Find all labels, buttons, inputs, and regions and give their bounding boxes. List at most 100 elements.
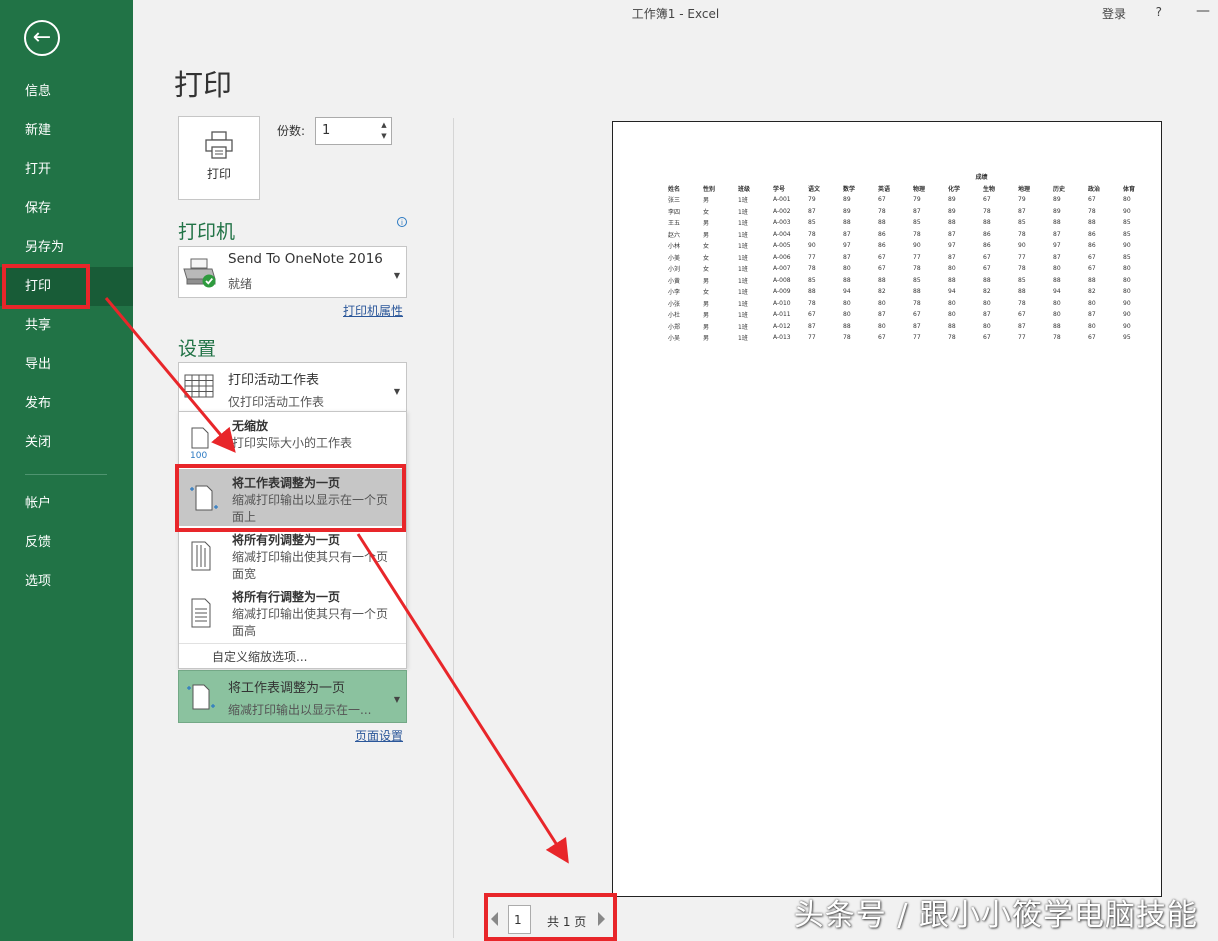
scale-option-no-scaling[interactable]: 100 无缩放 打印实际大小的工作表 <box>179 412 406 469</box>
preview-cell: 1班 <box>738 231 748 239</box>
page-navigator: 1 共 1 页 <box>489 902 613 938</box>
preview-cell: 87 <box>808 207 816 215</box>
preview-cell: 90 <box>1123 242 1131 250</box>
no-scaling-icon: 100 <box>190 427 209 460</box>
preview-cell: 男 <box>703 300 710 308</box>
preview-cell: 87 <box>808 322 816 330</box>
table-row: 小张 男 1班 A-010 78 80 80 78 80 80 78 80 80 90 <box>665 298 1155 310</box>
preview-cell: 90 <box>1018 242 1026 250</box>
next-page-icon[interactable] <box>598 912 605 926</box>
nav-feedback[interactable]: 反馈 <box>0 523 133 562</box>
preview-cell: 89 <box>1053 196 1061 204</box>
nav-print[interactable]: 打印 <box>0 267 133 306</box>
preview-group-header: 成绩 <box>975 174 988 182</box>
preview-cell: 88 <box>843 276 851 284</box>
preview-cell: 85 <box>1123 253 1131 261</box>
preview-cell: 88 <box>948 322 956 330</box>
scale-option-fit-sheet[interactable]: 将工作表调整为一页 缩减打印输出以显示在一个页面上 <box>179 469 406 526</box>
copies-stepper[interactable]: 1 ▲ ▼ <box>315 117 392 145</box>
preview-cell: 87 <box>913 322 921 330</box>
preview-cell: 女 <box>703 289 710 297</box>
preview-cell: 90 <box>808 242 816 250</box>
nav-open[interactable]: 打开 <box>0 150 133 189</box>
scale-option-fit-columns[interactable]: 将所有列调整为一页 缩减打印输出使其只有一个页面宽 <box>179 526 406 583</box>
print-button[interactable]: 打印 <box>178 116 260 200</box>
scaling-dropdown[interactable]: 将工作表调整为一页 缩减打印输出以显示在一... ▼ <box>178 670 407 723</box>
preview-cell: 94 <box>948 288 956 296</box>
preview-cell: 张三 <box>668 197 681 205</box>
back-arrow-icon[interactable]: ← <box>24 20 60 56</box>
preview-cell: A-013 <box>773 334 791 342</box>
option-title: 无缩放 <box>232 419 269 433</box>
preview-cell: 86 <box>983 230 991 238</box>
page-setup-link[interactable]: 页面设置 <box>355 727 403 744</box>
spin-arrows-icon[interactable]: ▲ ▼ <box>379 120 389 142</box>
nav-account[interactable]: 帐户 <box>0 484 133 523</box>
preview-cell: 88 <box>913 288 921 296</box>
fit-columns-icon <box>191 541 211 571</box>
minimize-button[interactable]: — <box>1196 3 1210 19</box>
nav-options[interactable]: 选项 <box>0 562 133 601</box>
nav-info[interactable]: 信息 <box>0 72 133 111</box>
info-icon[interactable]: i <box>397 217 407 227</box>
print-scope-dropdown[interactable]: 打印活动工作表 仅打印活动工作表 ▼ <box>178 362 407 412</box>
preview-header-cell: 班级 <box>738 185 751 193</box>
preview-cell: 89 <box>843 207 851 215</box>
printer-dropdown[interactable]: Send To OneNote 2016 就绪 ▼ <box>178 246 407 298</box>
preview-cell: 67 <box>1018 311 1026 319</box>
preview-cell: 78 <box>913 265 921 273</box>
preview-cell: 赵六 <box>668 231 681 239</box>
preview-cell: 67 <box>983 196 991 204</box>
current-page-input[interactable]: 1 <box>508 905 531 934</box>
preview-cell: 78 <box>1018 230 1026 238</box>
preview-cell: 85 <box>808 219 816 227</box>
preview-cell: 67 <box>1088 196 1096 204</box>
preview-cell: 90 <box>1123 207 1131 215</box>
preview-cell: 男 <box>703 220 710 228</box>
preview-cell: 86 <box>983 242 991 250</box>
table-row: 小吴 男 1班 A-013 77 78 67 77 78 67 77 78 67 95 <box>665 332 1155 344</box>
preview-cell: 80 <box>1123 288 1131 296</box>
preview-cell: A-001 <box>773 196 791 204</box>
previous-page-icon[interactable] <box>491 912 498 926</box>
nav-save[interactable]: 保存 <box>0 189 133 228</box>
table-row: 小黄 男 1班 A-008 85 88 88 85 88 88 85 88 88 80 <box>665 275 1155 287</box>
nav-share[interactable]: 共享 <box>0 306 133 345</box>
preview-cell: 小刘 <box>668 266 681 274</box>
printer-device-icon <box>183 258 216 288</box>
preview-cell: 女 <box>703 254 710 262</box>
preview-cell: 67 <box>1088 334 1096 342</box>
preview-cell: 88 <box>983 276 991 284</box>
preview-cell: 78 <box>983 207 991 215</box>
custom-scaling-options[interactable]: 自定义缩放选项... <box>179 643 406 669</box>
printer-properties-link[interactable]: 打印机属性 <box>343 302 403 319</box>
scale-option-fit-rows[interactable]: 将所有行调整为一页 缩减打印输出使其只有一个页面高 <box>179 583 406 640</box>
preview-cell: 94 <box>1053 288 1061 296</box>
nav-publish[interactable]: 发布 <box>0 384 133 423</box>
preview-cell: 85 <box>913 276 921 284</box>
preview-cell: 87 <box>878 311 886 319</box>
nav-save-as[interactable]: 另存为 <box>0 228 133 267</box>
nav-new[interactable]: 新建 <box>0 111 133 150</box>
preview-cell: 67 <box>808 311 816 319</box>
preview-cell: 78 <box>1053 334 1061 342</box>
preview-cell: A-005 <box>773 242 791 250</box>
preview-cell: 80 <box>1088 322 1096 330</box>
nav-close[interactable]: 关闭 <box>0 423 133 462</box>
preview-header-cell: 语文 <box>808 185 821 193</box>
help-button[interactable]: ? <box>1156 5 1162 19</box>
preview-cell: 80 <box>878 299 886 307</box>
table-row: 王五 男 1班 A-003 85 88 88 85 88 88 85 88 88 85 <box>665 217 1155 229</box>
preview-cell: 87 <box>913 207 921 215</box>
preview-header-cell: 地理 <box>1018 185 1031 193</box>
print-button-label: 打印 <box>206 167 231 181</box>
preview-header-cell: 体育 <box>1123 185 1136 193</box>
chevron-down-icon: ▼ <box>393 387 400 396</box>
preview-cell: 67 <box>983 334 991 342</box>
preview-cell: A-003 <box>773 219 791 227</box>
copies-value: 1 <box>322 123 331 138</box>
preview-header-cell: 学号 <box>773 185 786 193</box>
preview-cell: 86 <box>878 230 886 238</box>
nav-export[interactable]: 导出 <box>0 345 133 384</box>
login-link[interactable]: 登录 <box>1102 5 1126 22</box>
